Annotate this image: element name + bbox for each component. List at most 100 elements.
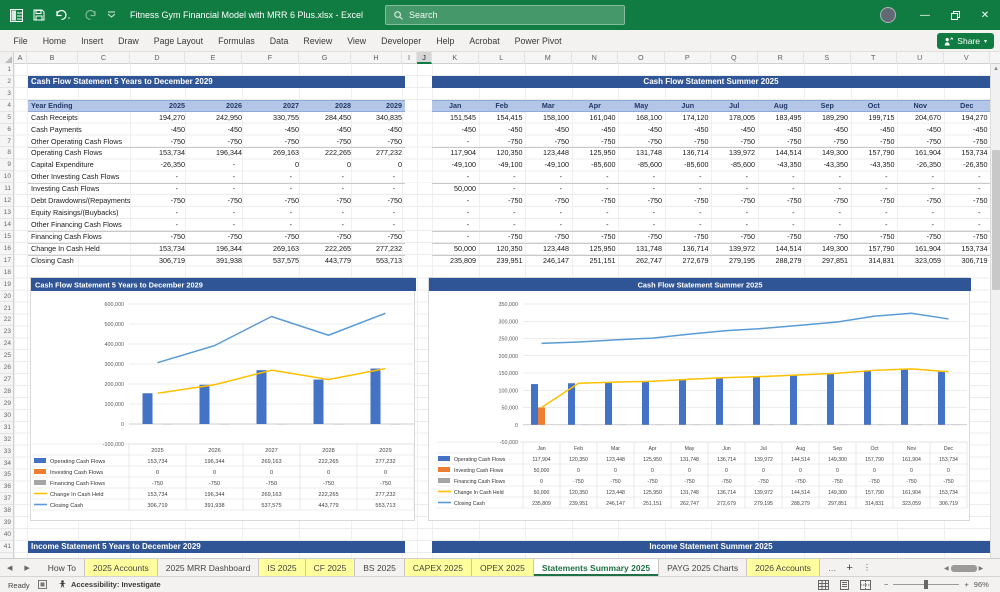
cell[interactable]: -750 bbox=[192, 195, 242, 207]
cell[interactable]: 136,714 bbox=[667, 147, 709, 159]
cell[interactable]: 306,719 bbox=[946, 255, 988, 267]
cell[interactable]: 157,790 bbox=[853, 147, 895, 159]
row-label[interactable]: Investing Cash Flows bbox=[31, 183, 131, 195]
cell[interactable]: 131,748 bbox=[620, 243, 662, 255]
cell[interactable]: - bbox=[301, 207, 351, 219]
cell[interactable]: - bbox=[620, 207, 662, 219]
cell[interactable]: 340,835 bbox=[352, 112, 402, 124]
cell[interactable]: 314,831 bbox=[853, 255, 895, 267]
cell[interactable]: 222,265 bbox=[301, 243, 351, 255]
row-header-32[interactable]: 32 bbox=[0, 434, 13, 446]
row-header-25[interactable]: 25 bbox=[0, 350, 13, 363]
worksheet-grid[interactable]: 1 2 3 4 5 6 7 8 9 10 11 12 13 14 15 16 17 18 19 20 21 22 23 24 2… bbox=[0, 64, 1000, 558]
cell[interactable]: 153,734 bbox=[135, 147, 185, 159]
cell[interactable]: -450 bbox=[481, 124, 522, 136]
cell[interactable]: 277,232 bbox=[352, 243, 402, 255]
cell[interactable]: 269,163 bbox=[249, 243, 299, 255]
tab-menu-icon[interactable]: ⋮ bbox=[863, 562, 872, 573]
row-header-22[interactable]: 22 bbox=[0, 314, 13, 327]
sheet-tab-opex-2025[interactable]: OPEX 2025 bbox=[471, 559, 534, 576]
row-header-8[interactable]: 8 bbox=[0, 147, 13, 160]
ribbon-tab-review[interactable]: Review bbox=[296, 30, 340, 52]
cell[interactable]: -750 bbox=[249, 231, 299, 243]
cell[interactable]: - bbox=[899, 183, 941, 195]
row-header-40[interactable]: 40 bbox=[0, 529, 13, 541]
row-header-24[interactable]: 24 bbox=[0, 338, 13, 351]
cell[interactable]: - bbox=[946, 183, 988, 195]
share-button[interactable]: Share ▾ bbox=[937, 33, 994, 49]
cell[interactable]: -450 bbox=[760, 124, 801, 136]
search-box[interactable]: Search bbox=[385, 5, 625, 25]
cell[interactable]: -450 bbox=[352, 124, 402, 136]
cell[interactable]: - bbox=[192, 207, 242, 219]
cell[interactable]: - bbox=[192, 183, 242, 195]
column-header-G[interactable]: G bbox=[299, 52, 351, 64]
cell[interactable]: -85,600 bbox=[620, 159, 662, 171]
row-label[interactable]: Cash Payments bbox=[31, 124, 131, 136]
row-header-3[interactable]: 3 bbox=[0, 88, 13, 100]
cell[interactable]: 0 bbox=[249, 159, 299, 171]
cell[interactable]: -450 bbox=[574, 124, 615, 136]
cell[interactable]: - bbox=[192, 171, 242, 183]
row-header-21[interactable]: 21 bbox=[0, 303, 13, 315]
cell[interactable]: - bbox=[434, 219, 476, 231]
cell[interactable]: - bbox=[434, 207, 476, 219]
row-header-1[interactable]: 1 bbox=[0, 64, 13, 76]
cell[interactable]: 139,972 bbox=[713, 147, 755, 159]
cell[interactable]: - bbox=[899, 207, 941, 219]
horizontal-scroll-thumb[interactable] bbox=[950, 564, 977, 572]
cell[interactable]: -49,100 bbox=[434, 159, 476, 171]
more-sheets-button[interactable]: … bbox=[828, 563, 837, 573]
sheet-tab-payg-2025-charts[interactable]: PAYG 2025 Charts bbox=[659, 559, 748, 576]
cell[interactable]: -450 bbox=[946, 124, 987, 136]
cell[interactable]: -750 bbox=[135, 195, 185, 207]
row-header-31[interactable]: 31 bbox=[0, 422, 13, 434]
cell[interactable]: -750 bbox=[899, 231, 941, 243]
row-header-36[interactable]: 36 bbox=[0, 481, 13, 494]
scroll-up-icon[interactable]: ▲ bbox=[991, 64, 1000, 74]
row-header-33[interactable]: 33 bbox=[0, 446, 13, 458]
cell[interactable]: - bbox=[481, 171, 523, 183]
cell[interactable]: 284,450 bbox=[301, 112, 351, 124]
cell[interactable]: - bbox=[135, 207, 185, 219]
cell[interactable]: - bbox=[574, 207, 616, 219]
cell[interactable]: -450 bbox=[527, 124, 569, 136]
cell[interactable]: - bbox=[301, 219, 351, 231]
cell[interactable]: -750 bbox=[620, 136, 662, 148]
cell[interactable]: -750 bbox=[899, 195, 941, 207]
cell[interactable]: -26,350 bbox=[135, 159, 185, 171]
cell[interactable]: - bbox=[713, 183, 755, 195]
cell[interactable]: - bbox=[899, 219, 941, 231]
cell[interactable]: 168,100 bbox=[620, 112, 662, 124]
row-header-16[interactable]: 16 bbox=[0, 243, 13, 255]
cell[interactable]: -750 bbox=[806, 195, 848, 207]
sheet-tab-bs-2025[interactable]: BS 2025 bbox=[355, 559, 405, 576]
restore-button[interactable] bbox=[940, 0, 970, 30]
row-header-29[interactable]: 29 bbox=[0, 398, 13, 410]
cell[interactable]: 139,972 bbox=[713, 243, 755, 255]
cell[interactable]: - bbox=[352, 171, 402, 183]
cell[interactable]: -750 bbox=[301, 136, 351, 148]
column-header-K[interactable]: K bbox=[432, 52, 479, 64]
cell[interactable]: -750 bbox=[946, 195, 987, 207]
cell[interactable]: -450 bbox=[192, 124, 242, 136]
cell[interactable]: - bbox=[249, 183, 299, 195]
ribbon-tab-draw[interactable]: Draw bbox=[111, 30, 147, 52]
cell[interactable]: 117,904 bbox=[434, 147, 476, 159]
row-header-27[interactable]: 27 bbox=[0, 374, 13, 386]
cell[interactable]: 149,300 bbox=[806, 147, 848, 159]
sheet-tab-2026-accounts[interactable]: 2026 Accounts bbox=[747, 559, 820, 576]
cell[interactable]: - bbox=[481, 183, 523, 195]
row-header-23[interactable]: 23 bbox=[0, 326, 13, 339]
cell[interactable]: 123,448 bbox=[527, 147, 569, 159]
sheet-tab-capex-2025[interactable]: CAPEX 2025 bbox=[404, 559, 472, 576]
cell[interactable]: -750 bbox=[192, 136, 242, 148]
cell[interactable]: -750 bbox=[620, 195, 662, 207]
zoom-out-icon[interactable]: − bbox=[884, 580, 888, 589]
cell[interactable]: - bbox=[527, 207, 569, 219]
sheet-tab-is-2025[interactable]: IS 2025 bbox=[259, 559, 306, 576]
cell[interactable]: - bbox=[434, 171, 476, 183]
row-label[interactable]: Change In Cash Held bbox=[31, 243, 131, 255]
sheet-tab-how-to[interactable]: How To bbox=[40, 559, 85, 576]
cell[interactable]: - bbox=[760, 219, 802, 231]
